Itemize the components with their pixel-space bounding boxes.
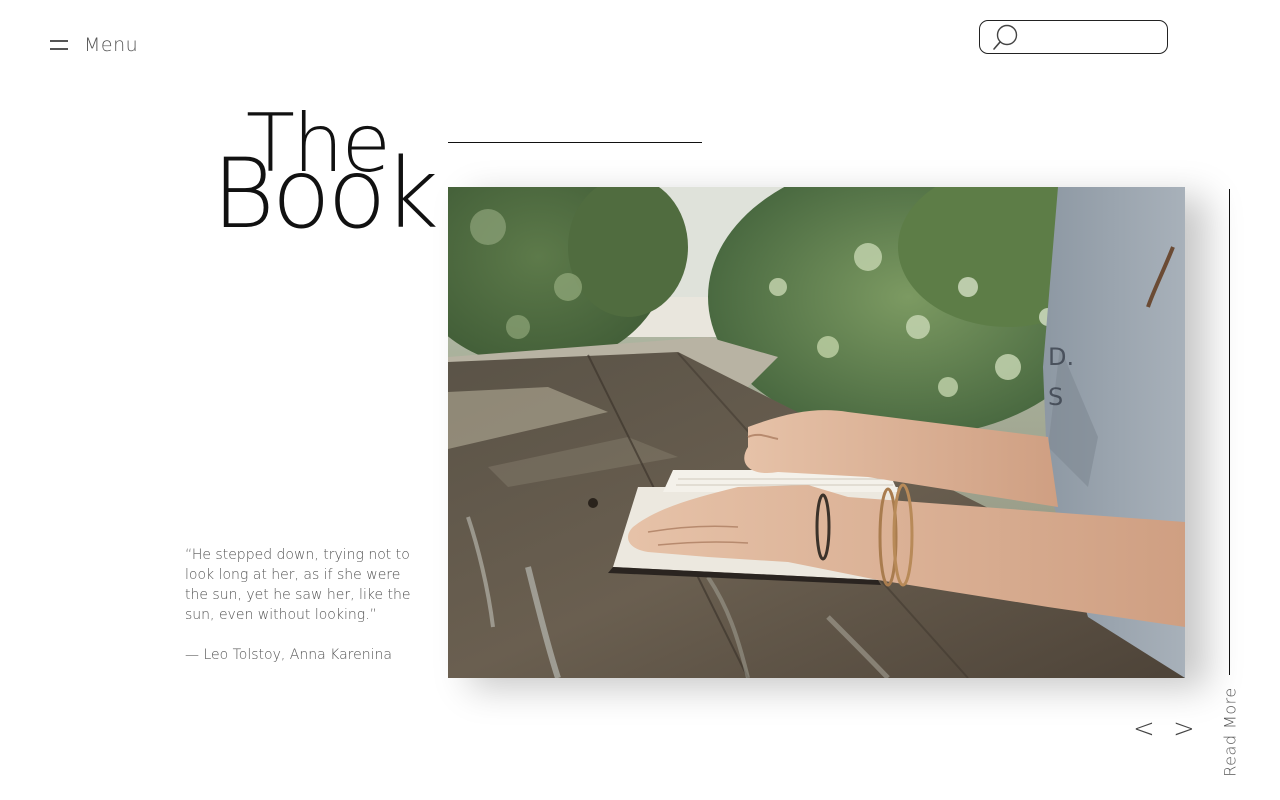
svg-text:D.: D.	[1048, 343, 1074, 371]
search-icon[interactable]	[992, 23, 1018, 51]
vertical-divider	[1229, 189, 1230, 675]
prev-arrow-icon[interactable]: <	[1133, 716, 1155, 742]
svg-text:S: S	[1048, 383, 1063, 411]
menu-label[interactable]: Menu	[84, 34, 138, 56]
read-more-link[interactable]: Read More	[1221, 687, 1240, 776]
next-arrow-icon[interactable]: >	[1173, 716, 1195, 742]
quote-text: “He stepped down, trying not to look lon…	[185, 547, 411, 623]
search-input[interactable]	[1024, 22, 1167, 52]
decorative-line	[448, 142, 702, 143]
menu-button[interactable]: Menu	[50, 34, 138, 56]
hero-photo: D. S	[448, 187, 1185, 678]
hero-image: D. S	[448, 187, 1185, 678]
title-line-book: Book	[212, 138, 439, 250]
page: Menu The Book D. S Read More “He stepped…	[0, 0, 1280, 800]
quote-attribution: — Leo Tolstoy, Anna Karenina	[185, 647, 392, 663]
hamburger-icon[interactable]	[50, 39, 68, 51]
search-box[interactable]	[979, 20, 1168, 54]
